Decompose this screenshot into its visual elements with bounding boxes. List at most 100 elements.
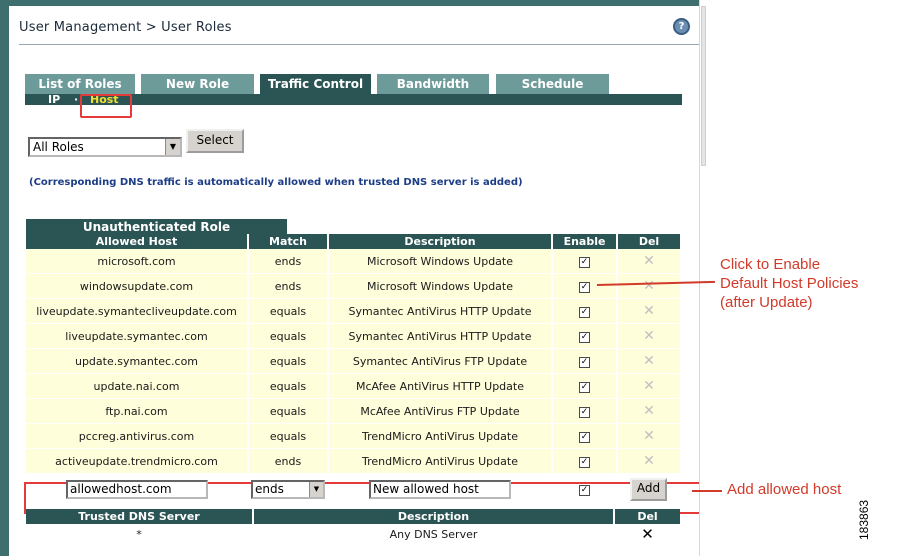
delete-cell[interactable]: ✕: [618, 449, 680, 474]
tab-new-role[interactable]: New Role: [141, 74, 255, 94]
title-divider: [19, 44, 699, 45]
annotation-enable-note: Click to Enable Default Host Policies (a…: [720, 255, 858, 312]
column-header-match: Match: [249, 234, 329, 249]
table-row: liveupdate.symantecliveupdate.com equals S…: [26, 299, 680, 324]
delete-icon[interactable]: ✕: [643, 454, 655, 468]
enable-checkbox[interactable]: ✓: [579, 485, 590, 496]
match-select[interactable]: ends ▼: [251, 480, 325, 499]
subnav-ip-link[interactable]: IP: [48, 93, 60, 106]
delete-icon[interactable]: ✕: [643, 354, 655, 368]
select-button[interactable]: Select: [186, 129, 244, 153]
enable-checkbox[interactable]: ✓: [579, 332, 590, 343]
delete-cell[interactable]: ✕: [618, 424, 680, 449]
enable-checkbox[interactable]: ✓: [579, 407, 590, 418]
tab-bandwidth[interactable]: Bandwidth: [377, 74, 490, 94]
match-cell: equals: [249, 299, 329, 324]
allowed-host-cell: liveupdate.symantec.com: [26, 324, 249, 349]
trusted-dns-table: Trusted DNS Server Description Del * Any…: [26, 509, 680, 546]
match-select-value: ends: [255, 482, 284, 496]
subnav-separator: ·: [74, 93, 79, 106]
scrollbar-thumb[interactable]: [701, 6, 706, 166]
allowed-host-cell: ftp.nai.com: [26, 399, 249, 424]
tab-list-of-roles[interactable]: List of Roles: [25, 74, 136, 94]
column-header-enable: Enable: [553, 234, 618, 249]
delete-cell[interactable]: ✕: [618, 299, 680, 324]
enable-checkbox[interactable]: ✓: [579, 432, 590, 443]
delete-icon[interactable]: ✕: [643, 379, 655, 393]
table-row: ftp.nai.com equals McAfee AntiVirus FTP Up…: [26, 399, 680, 424]
delete-cell[interactable]: ✕: [618, 399, 680, 424]
tab-schedule[interactable]: Schedule: [496, 74, 610, 94]
annotation-line: (after Update): [720, 294, 813, 311]
main-content: User Management > User Roles ? List of R…: [9, 6, 701, 556]
tab-traffic-control[interactable]: Traffic Control: [260, 74, 372, 94]
description-cell: Symantec AntiVirus HTTP Update: [329, 324, 553, 349]
table-row: * Any DNS Server ✕: [26, 524, 680, 546]
annotation-pointer-line: [692, 490, 722, 492]
description-cell: Symantec AntiVirus HTTP Update: [329, 299, 553, 324]
column-header-dns-description: Description: [254, 509, 615, 524]
allowed-host-cell: windowsupdate.com: [26, 274, 249, 299]
enable-cell: ✓: [553, 399, 618, 424]
annotation-line: Default Host Policies: [720, 275, 859, 292]
chevron-down-icon: ▼: [165, 139, 180, 155]
delete-cell[interactable]: ✕: [618, 274, 680, 299]
allowed-hosts-table: Allowed Host Match Description Enable De…: [26, 234, 680, 474]
enable-cell: ✓: [553, 374, 618, 399]
delete-icon[interactable]: ✕: [643, 404, 655, 418]
allowed-host-cell: activeupdate.trendmicro.com: [26, 449, 249, 474]
delete-icon[interactable]: ✕: [643, 429, 655, 443]
match-cell: ends: [249, 449, 329, 474]
role-filter-select[interactable]: All Roles ▼: [28, 137, 182, 157]
enable-checkbox[interactable]: ✓: [579, 257, 590, 268]
match-cell: equals: [249, 324, 329, 349]
dns-note: (Corresponding DNS traffic is automatica…: [29, 177, 523, 188]
allowed-host-input[interactable]: allowedhost.com: [66, 480, 208, 499]
delete-icon[interactable]: ✕: [641, 527, 654, 542]
allowed-host-cell: update.symantec.com: [26, 349, 249, 374]
column-header-dns-del: Del: [615, 509, 680, 524]
annotation-add-note: Add allowed host: [727, 481, 842, 498]
match-cell: equals: [249, 424, 329, 449]
enable-checkbox[interactable]: ✓: [579, 357, 590, 368]
match-cell: equals: [249, 399, 329, 424]
add-button[interactable]: Add: [630, 478, 667, 501]
delete-cell[interactable]: ✕: [618, 349, 680, 374]
dns-description-cell: Any DNS Server: [254, 524, 615, 546]
column-header-trusted-dns-server: Trusted DNS Server: [26, 509, 254, 524]
match-cell: equals: [249, 374, 329, 399]
description-input[interactable]: New allowed host: [369, 480, 511, 499]
vertical-scrollbar[interactable]: [699, 0, 707, 556]
allowed-hosts-rows: microsoft.com ends Microsoft Windows Updat…: [26, 249, 680, 474]
dns-delete-cell[interactable]: ✕: [615, 524, 680, 546]
help-icon[interactable]: ?: [673, 18, 690, 35]
delete-cell[interactable]: ✕: [618, 374, 680, 399]
role-section-title: Unauthenticated Role: [26, 219, 287, 235]
table-row: liveupdate.symantec.com equals Symantec An…: [26, 324, 680, 349]
page-title: User Management > User Roles: [19, 20, 232, 35]
enable-checkbox[interactable]: ✓: [579, 282, 590, 293]
enable-checkbox[interactable]: ✓: [579, 382, 590, 393]
delete-icon[interactable]: ✕: [643, 254, 655, 268]
description-cell: Symantec AntiVirus FTP Update: [329, 349, 553, 374]
description-cell: Microsoft Windows Update: [329, 274, 553, 299]
delete-cell[interactable]: ✕: [618, 324, 680, 349]
delete-icon[interactable]: ✕: [643, 329, 655, 343]
allowed-host-cell: microsoft.com: [26, 249, 249, 274]
match-cell: equals: [249, 349, 329, 374]
enable-checkbox[interactable]: ✓: [579, 307, 590, 318]
delete-cell[interactable]: ✕: [618, 249, 680, 274]
enable-checkbox[interactable]: ✓: [579, 457, 590, 468]
enable-cell: ✓: [553, 449, 618, 474]
role-filter-value: All Roles: [33, 140, 84, 154]
delete-icon[interactable]: ✕: [643, 279, 655, 293]
table-row: update.symantec.com equals Symantec AntiVi…: [26, 349, 680, 374]
description-cell: Microsoft Windows Update: [329, 249, 553, 274]
left-frame-bar: [0, 0, 9, 556]
figure-number: 183863: [857, 499, 871, 540]
delete-icon[interactable]: ✕: [643, 304, 655, 318]
column-header-del: Del: [618, 234, 680, 249]
description-cell: TrendMicro AntiVirus Update: [329, 449, 553, 474]
host-highlight-box: [80, 94, 132, 118]
allowed-host-cell: update.nai.com: [26, 374, 249, 399]
